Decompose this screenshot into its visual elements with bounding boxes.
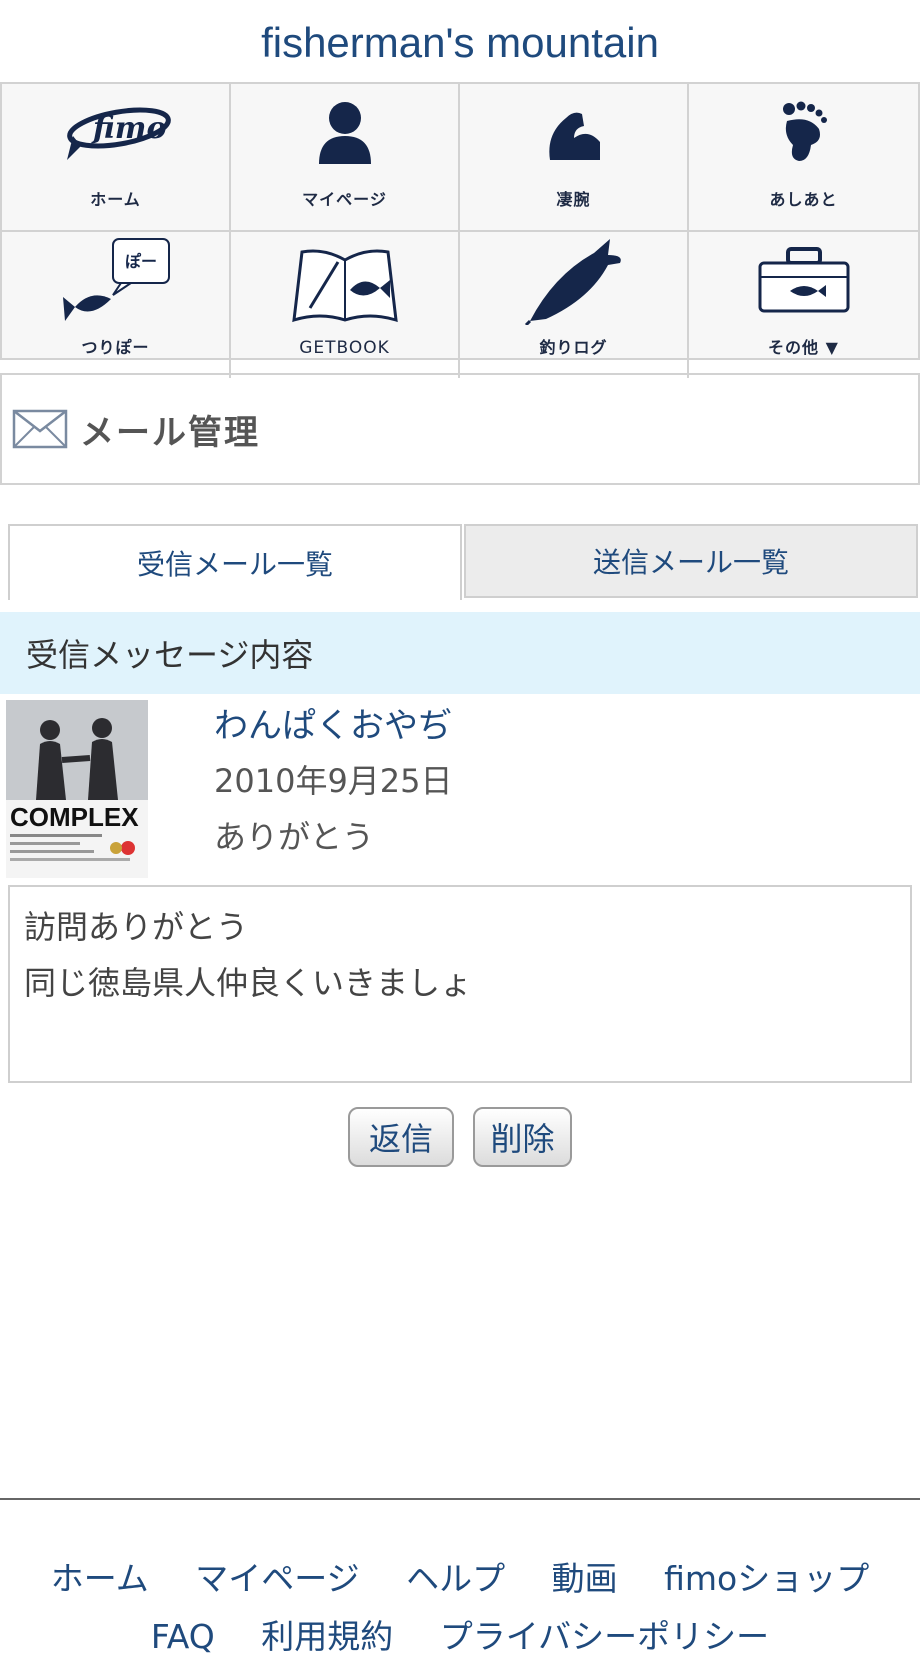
footer-link-help[interactable]: ヘルプ [406, 1559, 505, 1598]
tab-inbox[interactable]: 受信メール一覧 [8, 524, 462, 600]
fish-pen-icon [514, 232, 634, 328]
nav-label: その他 ▼ [768, 338, 839, 357]
footer-link-faq[interactable]: FAQ [151, 1617, 215, 1656]
footer-links: ホーム マイページ ヘルプ 動画 fimoショップ [0, 1552, 920, 1600]
delete-button[interactable]: 削除 [473, 1107, 572, 1167]
mail-tabs: 受信メール一覧 送信メール一覧 [8, 524, 918, 600]
person-icon [285, 84, 405, 180]
footer-divider [0, 1498, 920, 1500]
fish-speech-icon: ぽー [56, 232, 176, 328]
tab-sent[interactable]: 送信メール一覧 [464, 524, 918, 598]
avatar[interactable]: COMPLEX [6, 700, 148, 878]
svg-text:fimo: fimo [91, 111, 167, 146]
arm-icon [514, 84, 634, 180]
bubble-text: ぽー [125, 252, 157, 271]
main-nav: fimo ホーム マイページ 凄腕 あしあと ぽー つりぽー GETBOOK 釣… [0, 82, 920, 378]
footprint-icon [744, 84, 864, 180]
message-body-line: 同じ徳島県人仲良くいきましょ [24, 964, 473, 1002]
tackle-box-icon [744, 232, 864, 328]
mail-management-section: メール管理 [0, 373, 920, 485]
footer-link-home[interactable]: ホーム [51, 1559, 149, 1598]
message-subject: ありがとう [214, 818, 375, 856]
sender-name[interactable]: わんぱくおやぢ [214, 698, 452, 747]
message-date: 2010年9月25日 [214, 762, 453, 800]
footer-link-shop[interactable]: fimoショップ [664, 1559, 869, 1598]
footer-link-privacy[interactable]: プライバシーポリシー [440, 1617, 769, 1656]
book-icon [285, 236, 405, 332]
nav-tsuripo[interactable]: ぽー つりぽー [2, 232, 231, 378]
nav-label: GETBOOK [299, 338, 390, 358]
nav-label: 凄腕 [556, 190, 591, 209]
message-header: 受信メッセージ内容 [0, 612, 920, 694]
fimo-logo-icon: fimo [56, 84, 176, 180]
avatar-text: COMPLEX [10, 802, 139, 832]
nav-label: 釣りログ [539, 338, 608, 357]
footer-links-secondary: FAQ 利用規約 プライバシーポリシー [0, 1610, 920, 1658]
site-title[interactable]: fisherman's mountain [0, 0, 920, 84]
nav-label: ホーム [90, 190, 141, 209]
nav-fishing-log[interactable]: 釣りログ [460, 232, 689, 378]
footer-link-video[interactable]: 動画 [552, 1559, 618, 1598]
footer-link-terms[interactable]: 利用規約 [261, 1617, 393, 1656]
message-header-label: 受信メッセージ内容 [26, 636, 314, 674]
nav-getbook[interactable]: GETBOOK [231, 232, 460, 378]
nav-label: つりぽー [81, 338, 150, 357]
message-body: 訪問ありがとう 同じ徳島県人仲良くいきましょ [8, 885, 912, 1083]
message-body-line: 訪問ありがとう [24, 908, 249, 946]
page-title: メール管理 [80, 412, 260, 453]
reply-button[interactable]: 返信 [348, 1107, 454, 1167]
nav-expert[interactable]: 凄腕 [460, 84, 689, 232]
nav-footprints[interactable]: あしあと [689, 84, 918, 232]
nav-mypage[interactable]: マイページ [231, 84, 460, 232]
footer-link-mypage[interactable]: マイページ [195, 1559, 359, 1598]
nav-label: マイページ [302, 190, 387, 209]
nav-other[interactable]: その他 ▼ [689, 232, 918, 378]
envelope-icon [12, 409, 68, 449]
nav-home[interactable]: fimo ホーム [2, 84, 231, 232]
nav-label: あしあと [769, 190, 838, 209]
